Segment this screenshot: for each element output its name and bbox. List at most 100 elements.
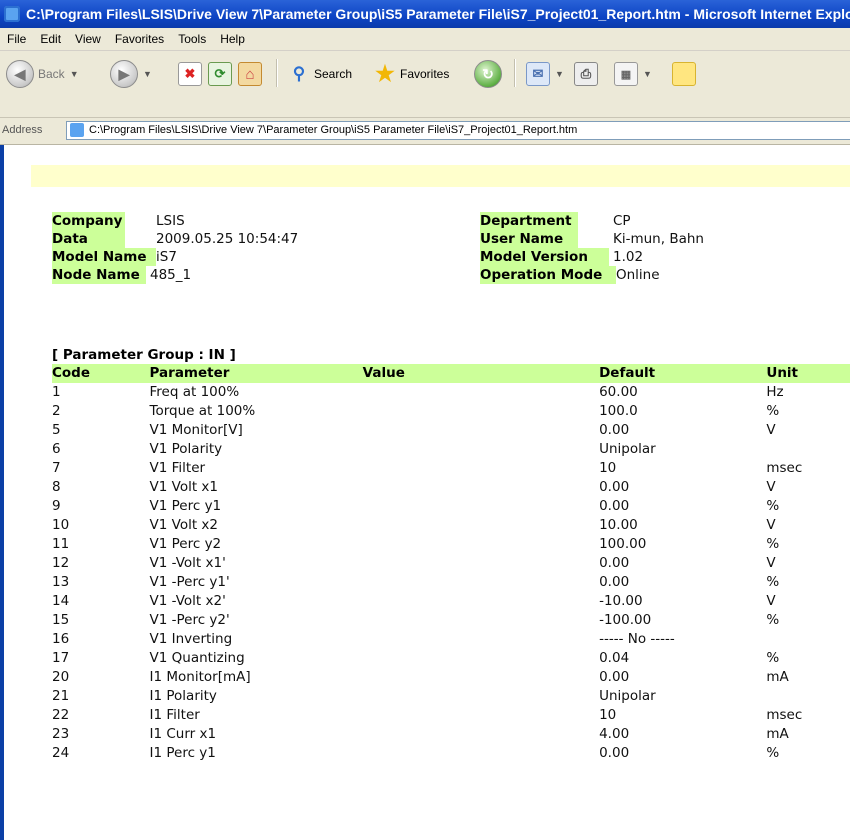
mail-button[interactable]: ✉ ▼ [526,54,564,94]
table-body: 1 Freq at 100% 60.00 Hz 2 Torque at 100% 100.0… [52,383,850,763]
table-row: 7 V1 Filter 10 msec [52,459,850,478]
search-button[interactable]: ⚲ Search [288,54,352,94]
refresh-button[interactable]: ⟳ [208,54,232,94]
page-icon [70,123,84,137]
cell-default: 60.00 [599,384,638,400]
mail-icon: ✉ [526,62,550,86]
cell-default: 10 [599,460,617,476]
cell-parameter: V1 Perc y1 [149,498,222,514]
cell-value [363,402,599,421]
notes-button[interactable] [672,54,696,94]
column-header-default: Default [599,364,767,383]
info-row: Node Name 485_1 [52,266,298,284]
cell-parameter: V1 Inverting [149,631,233,647]
cell-default: 0.00 [599,574,630,590]
cell-unit: V [766,479,776,495]
user-name-value: Ki-mun, Bahn [613,231,704,247]
edit-button[interactable]: ▦ ▼ [614,54,652,94]
cell-unit: mA [766,726,789,742]
table-row: 15 V1 -Perc y2' -100.00% [52,611,850,630]
node-name-value: 485_1 [150,267,192,283]
cell-value [363,630,599,649]
forward-button[interactable]: ▶ ▼ [110,54,152,94]
menu-tools[interactable]: Tools [171,28,213,50]
cell-unit: % [766,612,780,628]
cell-parameter: V1 Volt x2 [149,517,218,533]
cell-value [363,611,599,630]
menu-view[interactable]: View [68,28,108,50]
cell-unit: % [766,403,780,419]
cell-parameter: V1 Perc y2 [149,536,222,552]
table-row: 13 V1 -Perc y1' 0.00% [52,573,850,592]
cell-default: 100.00 [599,536,647,552]
chevron-down-icon: ▼ [143,69,152,79]
menu-edit[interactable]: Edit [33,28,68,50]
table-row: 10 V1 Volt x2 10.00 V [52,516,850,535]
company-value: LSIS [156,213,185,229]
stop-button[interactable]: ✖ [178,54,202,94]
info-row: Department CP [480,212,704,230]
address-value: C:\Program Files\LSIS\Drive View 7\Param… [89,124,578,136]
toolbar-separator [276,59,278,87]
cell-parameter: I1 Filter [149,707,200,723]
cell-unit: V [766,555,776,571]
cell-default: 10 [599,707,617,723]
cell-code: 12 [52,555,70,571]
print-button[interactable]: ⎙ [574,54,598,94]
cell-unit: V [766,422,776,438]
cell-unit: V [766,593,776,609]
chevron-down-icon: ▼ [643,69,652,79]
info-row: Model Name iS7 [52,248,298,266]
menu-help[interactable]: Help [213,28,252,50]
page-content: Company LSIS Data 2009.05.25 10:54:47 Mode… [0,145,850,840]
operation-mode-key: Operation Mode [480,266,616,284]
table-row: 22 I1 Filter 10 msec [52,706,850,725]
cell-default: 0.00 [599,498,630,514]
cell-code: 20 [52,669,70,685]
favorites-button[interactable]: ★ Favorites [374,54,449,94]
table-header-row: Code Parameter Value Default Unit [52,364,850,383]
home-button[interactable]: ⌂ [238,54,262,94]
window-title-bar[interactable]: C:\Program Files\LSIS\Drive View 7\Param… [0,0,850,28]
cell-value [363,421,599,440]
info-row: Data 2009.05.25 10:54:47 [52,230,298,248]
menu-favorites[interactable]: Favorites [108,28,171,50]
menu-file[interactable]: File [0,28,33,50]
cell-parameter: V1 -Perc y2' [149,612,230,628]
cell-unit [766,630,850,649]
cell-parameter: I1 Monitor[mA] [149,669,251,685]
cell-parameter: V1 -Volt x2' [149,593,226,609]
department-value: CP [613,213,631,229]
cell-default: 100.0 [599,403,638,419]
cell-parameter: V1 Volt x1 [149,479,218,495]
info-row: User Name Ki-mun, Bahn [480,230,704,248]
cell-code: 9 [52,498,61,514]
cell-default: 0.00 [599,555,630,571]
info-row: Company LSIS [52,212,298,230]
address-label: Address [2,124,43,136]
table-row: 5 V1 Monitor[V] 0.00 V [52,421,850,440]
table-row: 2 Torque at 100% 100.0% [52,402,850,421]
history-button[interactable]: ↻ [474,54,502,94]
cell-code: 10 [52,517,70,533]
table-row: 6 V1 Polarity Unipolar [52,440,850,459]
edit-icon: ▦ [614,62,638,86]
table-row: 16 V1 Inverting ----- No ----- [52,630,850,649]
cell-default: -100.00 [599,612,652,628]
table-row: 11 V1 Perc y2 100.00% [52,535,850,554]
cell-value [363,497,599,516]
cell-parameter: I1 Polarity [149,688,217,704]
cell-parameter: Freq at 100% [149,384,240,400]
cell-code: 5 [52,422,61,438]
address-input[interactable]: C:\Program Files\LSIS\Drive View 7\Param… [66,121,850,140]
cell-parameter: V1 Monitor[V] [149,422,243,438]
internet-explorer-icon [4,6,20,22]
table-row: 14 V1 -Volt x2' -10.00 V [52,592,850,611]
model-name-key: Model Name [52,248,156,266]
cell-unit: msec [766,460,803,476]
cell-value [363,383,599,402]
back-button[interactable]: ◀ Back ▼ [6,54,79,94]
cell-default: 0.04 [599,650,630,666]
printer-icon: ⎙ [574,62,598,86]
cell-code: 6 [52,441,61,457]
